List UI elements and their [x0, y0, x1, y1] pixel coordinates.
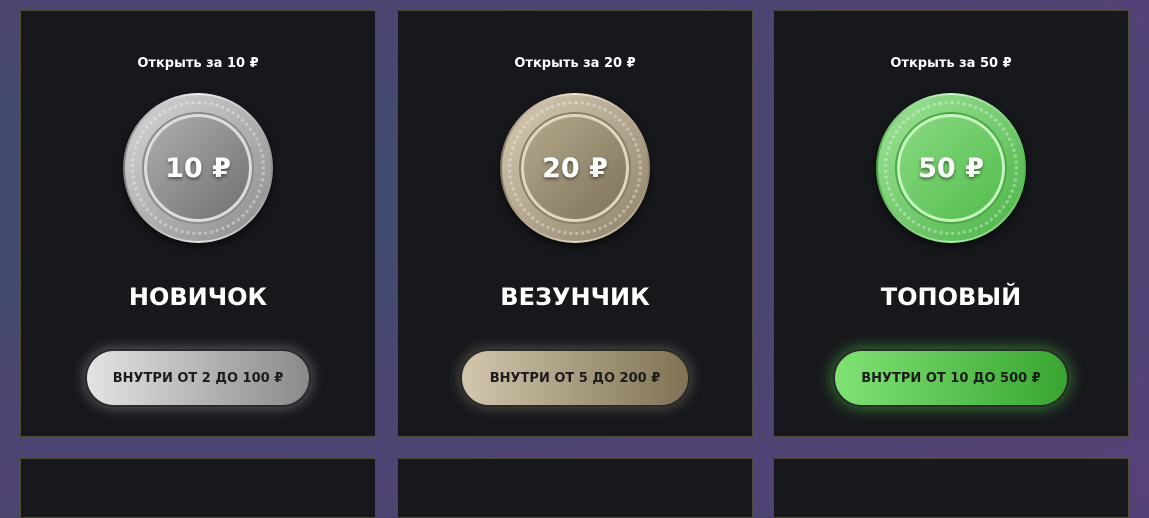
case-contents-button[interactable]: ВНУТРИ ОТ 2 ДО 100 ₽ — [85, 349, 311, 407]
coin-value: 10 ₽ — [165, 152, 231, 184]
coin-value: 20 ₽ — [542, 152, 608, 184]
case-card-next-row[interactable] — [397, 458, 753, 518]
bronze-coin-icon[interactable]: 20 ₽ — [500, 93, 650, 243]
case-card-novichok[interactable]: Открыть за 10 ₽ 10 ₽ НОВИЧОК ВНУТРИ ОТ 2… — [20, 10, 376, 437]
silver-coin-icon[interactable]: 10 ₽ — [123, 93, 273, 243]
case-card-next-row[interactable] — [773, 458, 1129, 518]
green-coin-icon[interactable]: 50 ₽ — [876, 93, 1026, 243]
case-card-topovyi[interactable]: Открыть за 50 ₽ 50 ₽ ТОПОВЫЙ ВНУТРИ ОТ 1… — [773, 10, 1129, 437]
case-name: НОВИЧОК — [128, 283, 268, 311]
coin-value: 50 ₽ — [918, 152, 984, 184]
case-card-next-row[interactable] — [20, 458, 376, 518]
case-name: ВЕЗУНЧИК — [500, 283, 650, 311]
open-price-label: Открыть за 50 ₽ — [890, 56, 1012, 71]
case-name: ТОПОВЫЙ — [880, 283, 1022, 311]
case-contents-button[interactable]: ВНУТРИ ОТ 10 ДО 500 ₽ — [833, 349, 1069, 407]
open-price-label: Открыть за 20 ₽ — [514, 56, 636, 71]
open-price-label: Открыть за 10 ₽ — [137, 56, 259, 71]
case-contents-button[interactable]: ВНУТРИ ОТ 5 ДО 200 ₽ — [460, 349, 690, 407]
case-card-vezunchik[interactable]: Открыть за 20 ₽ 20 ₽ ВЕЗУНЧИК ВНУТРИ ОТ … — [397, 10, 753, 437]
